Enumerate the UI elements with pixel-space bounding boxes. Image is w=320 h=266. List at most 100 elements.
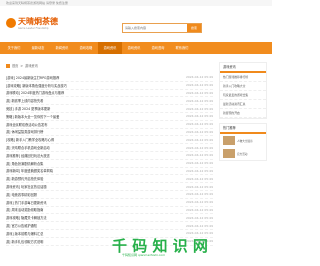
news-row[interactable]: 游戏资讯] 玩家社区热议话题 2024-04-12 05:49 — [6, 183, 213, 191]
search-box: 搜索 — [122, 23, 202, 33]
news-title[interactable]: 游戏全民联欢夜活动公告发布 — [6, 122, 166, 127]
news-date: 2024-04-12 05:49 — [185, 161, 213, 166]
news-row[interactable]: 游] 休闲益智类游戏排行榜 2024-04-12 05:49 — [6, 129, 213, 137]
watermark-sub: 千码知识网 qianmazhishi.com — [122, 253, 166, 257]
news-date: 2024-04-12 05:49 — [185, 223, 213, 228]
news-row[interactable]: 游] 角色扮演剧情解析合集 2024-04-12 05:49 — [6, 160, 213, 168]
thumb-title: 人物大全展示 — [237, 139, 253, 143]
news-row[interactable]: [游戏] 2024最新版主打RPG游戏推荐 2024-04-12 05:49 — [6, 74, 213, 82]
news-date: 2024-04-12 05:49 — [185, 90, 213, 95]
sidebar-item[interactable]: 最新活动资讯汇总 — [220, 100, 266, 109]
news-date: 2024-04-12 05:49 — [185, 176, 213, 181]
sidebar-item[interactable]: 热门游戏推荐排行榜 — [220, 73, 266, 82]
sidebar-item[interactable]: 玩家最爱的游戏合集 — [220, 91, 266, 100]
news-row[interactable]: 游] 官方公告维护通知 2024-04-12 05:49 — [6, 222, 213, 230]
thumbnail-image — [223, 149, 235, 158]
news-title[interactable]: 游] 周末活动奖励领取指南 — [6, 207, 166, 212]
news-row[interactable]: [攻略] 新手入门教学全攻略与心得 2024-04-12 05:49 — [6, 136, 213, 145]
news-row[interactable]: 游] 周末活动奖励领取指南 2024-04-12 05:49 — [6, 207, 213, 215]
sidebar-thumb-title: 热门推荐 — [220, 124, 266, 134]
sidebar-item[interactable]: 新手入门攻略大全 — [220, 82, 266, 91]
news-date: 2024-04-12 05:49 — [185, 184, 213, 189]
nav-item[interactable]: 游戏攻略 — [74, 42, 98, 54]
news-row[interactable]: 游戏全民联欢夜活动公告发布 2024-04-12 05:49 — [6, 121, 213, 129]
news-date: 2024-04-12 05:49 — [185, 207, 213, 212]
home-icon — [6, 63, 10, 68]
news-date: 2024-04-12 05:49 — [185, 114, 213, 119]
sidebar: 游戏资讯 热门游戏推荐排行榜 新手入门攻略大全 玩家最爱的游戏合集 最新活动资讯汇总新… — [219, 62, 267, 165]
nav-item[interactable]: 游戏资讯 — [98, 42, 122, 54]
news-date: 2024-04-12 05:49 — [185, 98, 213, 103]
nav-item[interactable]: 最新动态 — [26, 42, 50, 54]
news-row[interactable]: 游] 天晴联合手机游戏全新启动 2024-04-12 05:49 — [6, 144, 213, 152]
news-title[interactable]: 游] 新游预约开启抢先体验 — [6, 176, 166, 181]
news-date: 2024-04-12 05:49 — [185, 200, 213, 205]
news-row[interactable]: 游戏] 热门手游每日更新资讯 2024-04-12 05:49 — [6, 199, 213, 207]
news-date: 2024-04-12 05:49 — [185, 168, 213, 173]
news-row[interactable]: 游戏推荐] 经典回归玩法大放送 2024-04-12 05:49 — [6, 152, 213, 160]
news-date: 2024-04-12 05:49 — [185, 192, 213, 197]
search-input[interactable] — [123, 24, 187, 32]
news-row[interactable]: [游戏攻略] 新版本角色强度分析与实战技巧 2024-04-12 05:49 — [6, 82, 213, 90]
news-title[interactable]: [游戏攻略] 新版本角色强度分析与实战技巧 — [6, 83, 166, 88]
news-row[interactable]: 游戏新闻] 年度盛典颁奖名单揭晓 2024-04-12 05:49 — [6, 168, 213, 176]
news-title[interactable]: [游戏] 2024最新版主打RPG游戏推荐 — [6, 75, 166, 80]
news-title[interactable]: 游戏新闻] 年度盛典颁奖名单揭晓 — [6, 168, 166, 173]
news-date: 2024-04-12 05:49 — [185, 106, 213, 111]
breadcrumb-section[interactable]: 游戏资讯 — [25, 63, 38, 68]
sidebar-thumb-item[interactable]: 人物大全展示 — [220, 134, 266, 147]
logo-text: 天晴炯茶德 — [18, 17, 58, 26]
news-date: 2024-04-12 05:49 — [185, 129, 213, 134]
news-date: 2024-04-12 05:49 — [185, 153, 213, 158]
breadcrumb-sep: > — [20, 63, 24, 68]
news-date: 2024-04-12 05:49 — [185, 83, 213, 88]
news-title[interactable]: 游] 休闲益智类游戏排行榜 — [6, 129, 166, 134]
news-date: 2024-04-12 05:49 — [185, 137, 213, 142]
thumbnail-image — [223, 136, 235, 145]
news-title[interactable]: 游戏联动] 2024年度热门游戏盘点与推荐 — [6, 90, 166, 95]
search-button[interactable]: 搜索 — [187, 24, 201, 32]
nav-item[interactable]: 游戏资讯 — [122, 42, 146, 54]
header: 天晴炯茶德 Game Leader Friendship 搜索 — [0, 6, 272, 42]
news-title[interactable]: [攻略] 新手入门教学全攻略与心得 — [6, 137, 166, 142]
sidebar-thumb-box: 热门推荐 人物大全展示 官方活动 — [219, 123, 267, 161]
sidebar-box: 游戏资讯 热门游戏推荐排行榜 新手入门攻略大全 玩家最爱的游戏合集 最新活动资讯汇总新… — [219, 62, 267, 119]
thumb-title: 官方活动 — [237, 152, 248, 156]
news-title[interactable]: 游] 官方公告维护通知 — [6, 223, 166, 228]
news-title[interactable]: 游戏] 热门手游每日更新资讯 — [6, 200, 166, 205]
news-title[interactable]: 游戏资讯] 玩家社区热议话题 — [6, 184, 166, 189]
breadcrumb-home[interactable]: 首页 — [12, 63, 18, 68]
nav-item[interactable]: 游戏咨询 — [146, 42, 170, 54]
news-date: 2024-04-12 05:49 — [185, 145, 213, 150]
news-row[interactable]: 策略] 新版本大全一览你的下一个最爱 2024-04-12 05:49 — [6, 113, 213, 121]
logo-subtitle: Game Leader Friendship — [18, 27, 49, 30]
news-row[interactable]: 游] 新赛季上线内容抢先看 2024-04-12 05:49 — [6, 97, 213, 106]
nav-item[interactable]: 联系我们 — [170, 42, 194, 54]
news-row[interactable]: 游戏攻略] 隐藏关卡解锁方法 2024-04-12 05:49 — [6, 214, 213, 223]
news-row[interactable]: 游] 新游预约开启抢先体验 2024-04-12 05:49 — [6, 175, 213, 184]
news-title[interactable]: 游戏推荐] 经典回归玩法大放送 — [6, 153, 166, 158]
news-date: 2024-04-12 05:49 — [185, 122, 213, 127]
news-title[interactable]: 竞技] 手游 2024 夏季版本更新 — [6, 106, 166, 111]
news-title[interactable]: 策略] 新版本大全一览你的下一个最爱 — [6, 114, 166, 119]
logo-icon — [6, 18, 16, 28]
sidebar-thumb-item[interactable]: 官方活动 — [220, 147, 266, 160]
news-row[interactable]: 竞技] 手游 2024 夏季版本更新 2024-04-12 05:49 — [6, 105, 213, 113]
sidebar-item[interactable]: 新游预约开启 — [220, 109, 266, 118]
news-title[interactable]: 游] 电竞赛事精彩回顾 — [6, 192, 166, 197]
news-list: [游戏] 2024最新版主打RPG游戏推荐 2024-04-12 05:49 [游戏… — [6, 74, 213, 246]
news-title[interactable]: 游戏攻略] 隐藏关卡解锁方法 — [6, 215, 166, 220]
news-date: 2024-04-12 05:49 — [185, 215, 213, 220]
news-row[interactable]: 游] 电竞赛事精彩回顾 2024-04-12 05:49 — [6, 191, 213, 199]
breadcrumb: 首页 > 游戏资讯 — [6, 63, 38, 68]
news-row[interactable]: 游戏联动] 2024年度热门游戏盘点与推荐 2024-04-12 05:49 — [6, 90, 213, 98]
news-title[interactable]: 游] 天晴联合手机游戏全新启动 — [6, 145, 166, 150]
news-title[interactable]: 游] 新赛季上线内容抢先看 — [6, 98, 166, 103]
news-date: 2024-04-12 05:49 — [185, 75, 213, 80]
main-nav: 关于我们 最新动态 新闻资讯 游戏攻略 游戏资讯 游戏资讯 游戏咨询 联系我们 — [0, 42, 272, 54]
sidebar-title: 游戏资讯 — [220, 63, 266, 73]
news-title[interactable]: 游] 角色扮演剧情解析合集 — [6, 161, 166, 166]
nav-item[interactable]: 新闻资讯 — [50, 42, 74, 54]
nav-item[interactable]: 关于我们 — [2, 42, 26, 54]
site-logo[interactable]: 天晴炯茶德 Game Leader Friendship — [6, 17, 58, 33]
